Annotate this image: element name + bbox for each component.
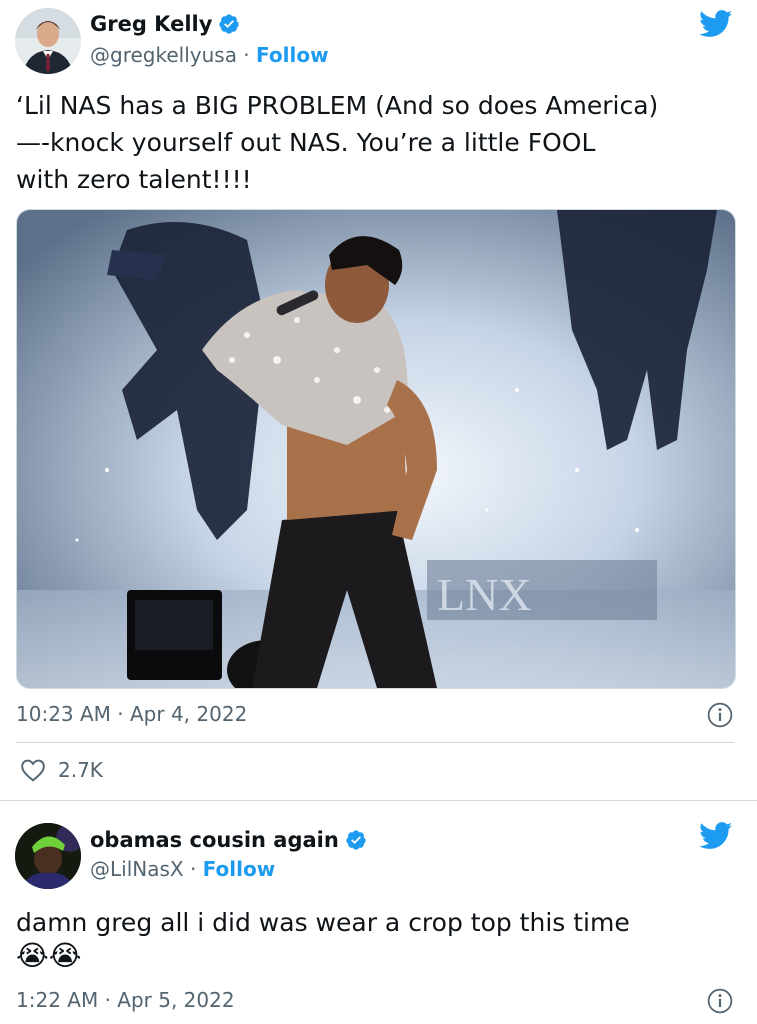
- follow-button[interactable]: Follow: [256, 43, 329, 67]
- author-handle[interactable]: @gregkellyusa: [90, 43, 237, 67]
- performance-photo: LNX: [17, 210, 735, 688]
- tweet-lil-nas-x: obamas cousin again @LilNasX · Follow da…: [0, 802, 757, 1024]
- like-count: 2.7K: [58, 758, 103, 782]
- handle-row: @LilNasX · Follow: [90, 857, 275, 881]
- timestamp[interactable]: 10:23 AM · Apr 4, 2022: [16, 702, 247, 726]
- handle-row: @gregkellyusa · Follow: [90, 43, 329, 67]
- avatar[interactable]: [15, 8, 81, 74]
- author-row: Greg Kelly: [90, 12, 240, 36]
- info-icon[interactable]: [707, 988, 733, 1014]
- like-action[interactable]: 2.7K: [20, 758, 103, 782]
- stage-sign-text: LNX: [437, 569, 532, 620]
- divider: [16, 742, 734, 743]
- tweet-text: damn greg all i did was wear a crop top …: [16, 908, 630, 937]
- tweet-media-photo[interactable]: LNX: [16, 209, 736, 689]
- author-name[interactable]: obamas cousin again: [90, 828, 339, 852]
- separator: ·: [236, 43, 257, 67]
- avatar[interactable]: [15, 823, 81, 889]
- tweet-text: ‘Lil NAS has a BIG PROBLEM (And so does …: [16, 91, 659, 194]
- author-name[interactable]: Greg Kelly: [90, 12, 212, 36]
- twitter-bird-icon[interactable]: [699, 822, 733, 850]
- emoji-row: 😭😭: [16, 938, 81, 974]
- crying-emoji: 😭😭: [16, 939, 82, 972]
- verified-badge-icon: [346, 830, 366, 850]
- follow-button[interactable]: Follow: [203, 857, 276, 881]
- tweet-separator: [0, 800, 757, 801]
- author-handle[interactable]: @LilNasX: [90, 857, 184, 881]
- twitter-bird-icon[interactable]: [699, 10, 733, 38]
- timestamp[interactable]: 1:22 AM · Apr 5, 2022: [16, 988, 235, 1012]
- tweet-greg-kelly: Greg Kelly @gregkellyusa · Follow ‘Lil N…: [0, 0, 757, 800]
- author-row: obamas cousin again: [90, 828, 367, 852]
- separator: ·: [183, 857, 203, 881]
- info-icon[interactable]: [707, 702, 733, 728]
- verified-badge-icon: [219, 14, 240, 34]
- heart-icon[interactable]: [20, 758, 46, 782]
